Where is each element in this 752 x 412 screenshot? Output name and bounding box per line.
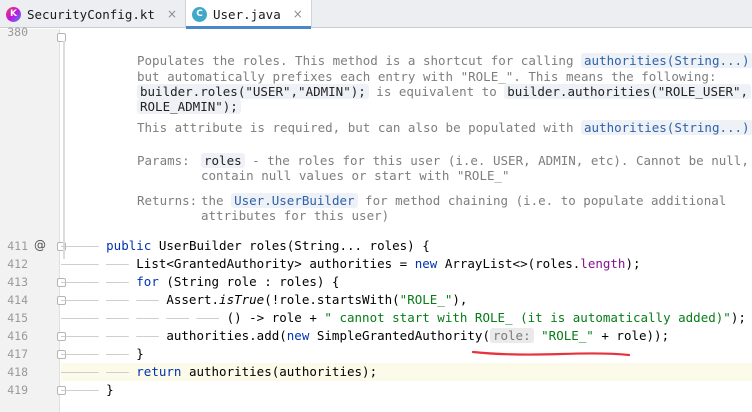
keyword: for	[136, 274, 159, 289]
code-text: UserBuilder roles(String... roles) {	[151, 238, 430, 253]
code-text: + role));	[593, 328, 670, 343]
indent-guide: ————— ——— ———	[61, 328, 167, 343]
code-text: () -> role +	[226, 310, 325, 325]
doc-line: the User.UserBuilder for method chaining…	[201, 193, 752, 208]
keyword: new	[286, 328, 310, 343]
close-icon[interactable]: ×	[167, 7, 177, 21]
code-line-412: ————— ——— List<GrantedAuthority> authori…	[61, 255, 752, 273]
tab-securityconfig-kt[interactable]: K SecurityConfig.kt ×	[0, 0, 186, 28]
code-line-416: ————— ——— ——— authorities.add(new Simple…	[61, 327, 752, 345]
code-line-418: ————— ——— return authorities(authorities…	[61, 363, 752, 381]
doc-line: This attribute is required, but can also…	[137, 120, 752, 135]
indent-guide: ————— ———	[61, 346, 137, 361]
code-text: List<GrantedAuthority> authorities =	[136, 256, 415, 271]
field-ref: length	[580, 256, 626, 271]
doc-text: This attribute is required, but can also…	[137, 120, 582, 135]
code-line-411: ————— public UserBuilder roles(String...…	[61, 237, 752, 255]
doc-code: builder.roles("USER","ADMIN");	[137, 84, 369, 99]
string-literal: "ROLE_"	[541, 328, 594, 343]
doc-params-label: Params:	[137, 153, 190, 168]
line-number: 415	[7, 311, 28, 325]
doc-text: - the roles for this user (i.e. USER, AD…	[244, 153, 749, 168]
doc-line: but automatically prefixes each entry wi…	[137, 69, 752, 84]
doc-code: roles	[201, 153, 245, 168]
line-number: 419	[7, 383, 28, 397]
indent-guide: —————	[61, 382, 107, 397]
java-class-icon: C	[192, 6, 207, 22]
doc-text: attributes for this user)	[201, 208, 390, 223]
doc-link[interactable]: authorities(String...)	[581, 53, 752, 68]
line-number: 380	[7, 25, 28, 39]
code-text: SimpleGrantedAuthority(	[309, 328, 490, 343]
doc-line: Populates the roles. This method is a sh…	[137, 53, 752, 68]
code-text: (String role : roles) {	[158, 274, 340, 289]
indent-guide: ————— ———	[61, 256, 137, 271]
tab-label: SecurityConfig.kt	[27, 6, 155, 22]
doc-code: builder.authorities("ROLE_USER",	[504, 84, 752, 99]
doc-text: the	[201, 193, 232, 208]
code-text: }	[106, 382, 114, 397]
line-number: 412	[7, 257, 28, 271]
doc-code: ROLE_ADMIN");	[137, 99, 241, 114]
string-literal: " cannot start with ROLE_ (it is automat…	[324, 310, 731, 325]
line-number: 416	[7, 329, 28, 343]
doc-text: contain null values or start with "ROLE_…	[201, 168, 510, 183]
doc-line: ROLE_ADMIN");	[137, 99, 752, 114]
code-line-417: ————— ——— }	[61, 345, 752, 363]
code-text: authorities(authorities);	[181, 364, 378, 379]
keyword: public	[106, 238, 152, 253]
code-line-413: ————— ——— for (String role : roles) {	[61, 273, 752, 291]
doc-returns-label: Returns:	[137, 193, 198, 208]
indent-guide: ————— ——— ——— ——— ———	[61, 310, 227, 325]
indent-guide: —————	[61, 238, 107, 253]
editor-tab-bar: K SecurityConfig.kt × C User.java ×	[0, 0, 752, 29]
indent-guide: ————— ———	[61, 364, 137, 379]
static-method: isTrue	[219, 292, 265, 307]
line-number: 411	[7, 239, 28, 253]
string-literal: "ROLE_"	[399, 292, 453, 307]
doc-text: for method chaining (i.e. to populate ad…	[357, 193, 727, 208]
line-number: 418	[7, 365, 28, 379]
keyword: return	[136, 364, 182, 379]
doc-link[interactable]: authorities(String...)	[581, 120, 752, 135]
code-text: authorities.add(	[166, 328, 287, 343]
editor-gutter[interactable]: 380 411 @ 412 413 414 415 416 417 418 41…	[0, 25, 66, 412]
line-number: 417	[7, 347, 28, 361]
override-marker-icon[interactable]: @	[34, 238, 46, 252]
line-number: 414	[7, 293, 28, 307]
line-number: 413	[7, 275, 28, 289]
code-text: );	[625, 256, 641, 271]
code-line-414: ————— ——— ——— Assert.isTrue(!role.starts…	[61, 291, 752, 309]
doc-line: builder.roles("USER","ADMIN"); is equiva…	[137, 84, 752, 99]
red-underline-annotation	[471, 350, 631, 357]
code-text: }	[136, 346, 144, 361]
doc-comment-bar	[63, 41, 65, 259]
doc-text: is equivalent to	[368, 84, 505, 99]
doc-text: Populates the roles. This method is a sh…	[137, 53, 582, 68]
tab-user-java[interactable]: C User.java ×	[186, 0, 312, 29]
code-editor[interactable]: Populates the roles. This method is a sh…	[61, 29, 752, 412]
code-line-415: ————— ——— ——— ——— ——— () -> role + " can…	[61, 309, 752, 327]
doc-text: but automatically prefixes each entry wi…	[137, 69, 717, 84]
code-text: ),	[452, 292, 468, 307]
close-icon[interactable]: ×	[293, 7, 303, 21]
kotlin-file-icon: K	[6, 6, 21, 22]
code-text: ArrayList<>(roles.	[437, 256, 581, 271]
indent-guide: ————— ——— ———	[61, 292, 167, 307]
doc-line: roles - the roles for this user (i.e. US…	[201, 153, 752, 168]
code-text: );	[730, 310, 746, 325]
code-text: (!role.startsWith(	[264, 292, 400, 307]
indent-guide: ————— ———	[61, 274, 137, 289]
code-text: Assert.	[166, 292, 220, 307]
doc-link[interactable]: User.UserBuilder	[231, 193, 358, 208]
keyword: new	[414, 256, 438, 271]
tab-label: User.java	[213, 6, 281, 22]
parameter-hint: role:	[489, 328, 534, 343]
code-line-419: ————— }	[61, 381, 752, 399]
